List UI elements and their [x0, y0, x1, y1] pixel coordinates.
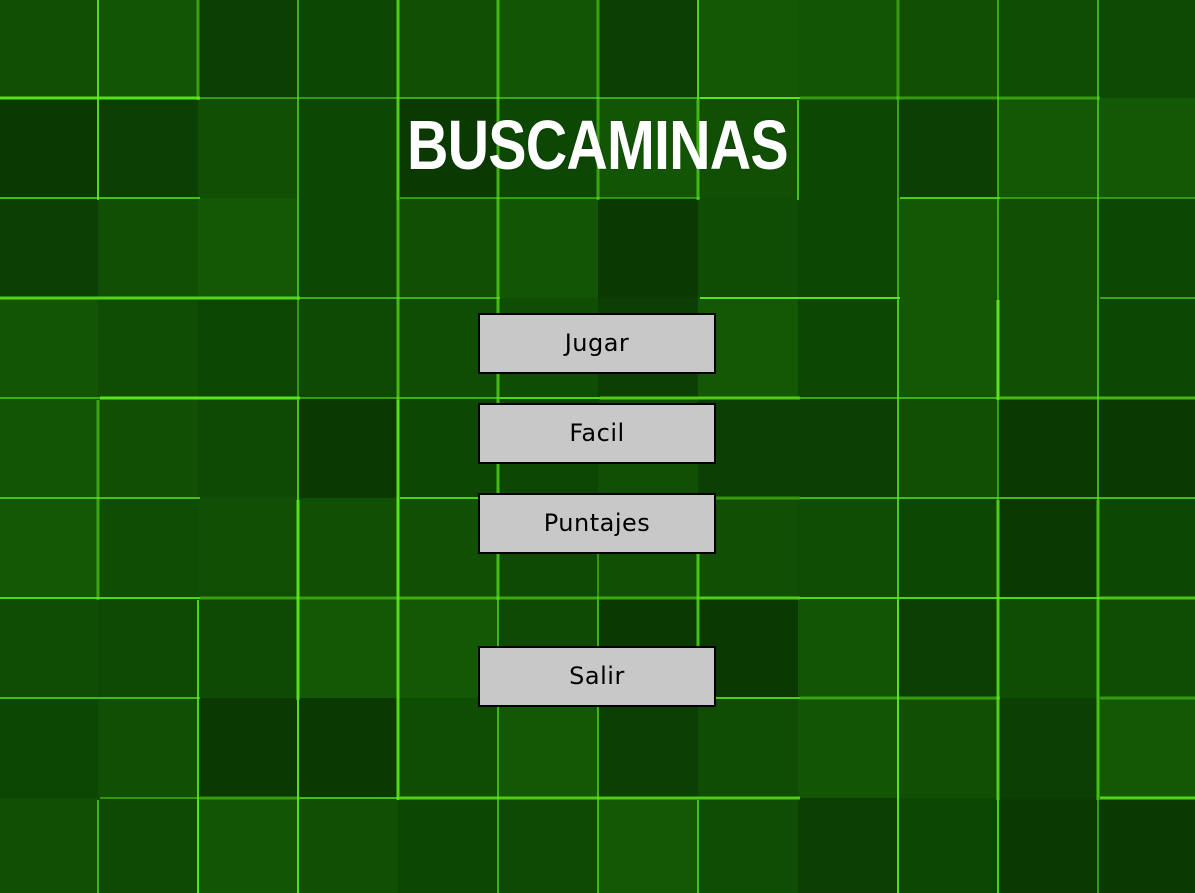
grid-cell	[198, 398, 298, 498]
grid-cell	[1098, 198, 1195, 298]
grid-cell	[0, 698, 98, 798]
grid-cell	[698, 698, 798, 798]
grid-cell	[98, 598, 198, 698]
grid-cell	[898, 298, 998, 398]
grid-cell	[198, 298, 298, 398]
grid-cell	[198, 798, 298, 893]
grid-cell	[1098, 298, 1195, 398]
grid-cell	[298, 298, 398, 398]
grid-cell	[0, 398, 98, 498]
grid-cell	[898, 0, 998, 98]
grid-cell	[98, 398, 198, 498]
grid-cell	[1098, 598, 1195, 698]
grid-cell	[398, 198, 498, 298]
grid-cell	[798, 698, 898, 798]
grid-cell	[98, 798, 198, 893]
grid-cell	[898, 798, 998, 893]
grid-cell	[0, 298, 98, 398]
grid-cell	[0, 798, 98, 893]
grid-cell	[798, 498, 898, 598]
grid-cell	[1098, 0, 1195, 98]
game-title: BUSCAMINAS	[406, 106, 789, 184]
grid-cell	[798, 798, 898, 893]
grid-cell	[98, 498, 198, 598]
grid-cell	[998, 598, 1098, 698]
grid-cell	[698, 798, 798, 893]
grid-cell	[498, 698, 598, 798]
grid-cell	[498, 798, 598, 893]
grid-cell	[1098, 398, 1195, 498]
grid-cell	[0, 0, 98, 98]
grid-cell	[298, 498, 398, 598]
grid-cell	[598, 198, 698, 298]
grid-cell	[398, 0, 498, 98]
grid-cell	[198, 698, 298, 798]
grid-cell	[998, 498, 1098, 598]
grid-cell	[1098, 498, 1195, 598]
grid-cell	[398, 698, 498, 798]
grid-cell	[398, 798, 498, 893]
grid-cell	[0, 198, 98, 298]
grid-cell	[298, 698, 398, 798]
grid-cell	[998, 298, 1098, 398]
grid-cell	[998, 798, 1098, 893]
grid-cell	[498, 0, 598, 98]
play-button[interactable]: Jugar	[478, 313, 716, 374]
grid-cell	[98, 298, 198, 398]
grid-cell	[98, 0, 198, 98]
grid-cell	[0, 498, 98, 598]
grid-cell	[298, 398, 398, 498]
grid-cell	[798, 298, 898, 398]
grid-cell	[798, 0, 898, 98]
grid-cell	[998, 398, 1098, 498]
grid-cell	[298, 198, 398, 298]
grid-cell	[98, 698, 198, 798]
scores-button[interactable]: Puntajes	[478, 493, 716, 554]
grid-cell	[998, 0, 1098, 98]
grid-cell	[1098, 698, 1195, 798]
grid-cell	[198, 0, 298, 98]
grid-cell	[898, 698, 998, 798]
grid-cell	[598, 0, 698, 98]
grid-cell	[198, 598, 298, 698]
grid-cell	[498, 198, 598, 298]
grid-cell	[998, 698, 1098, 798]
grid-cell	[0, 598, 98, 698]
grid-cell	[1098, 798, 1195, 893]
grid-cell	[698, 198, 798, 298]
grid-cell	[898, 198, 998, 298]
grid-cell	[0, 98, 98, 198]
grid-cell	[798, 198, 898, 298]
grid-cell	[1098, 98, 1195, 198]
grid-cell	[198, 498, 298, 598]
grid-cell	[598, 698, 698, 798]
grid-cell	[898, 598, 998, 698]
grid-cell	[898, 498, 998, 598]
difficulty-button[interactable]: Facil	[478, 403, 716, 464]
grid-cell	[798, 398, 898, 498]
grid-cell	[598, 798, 698, 893]
grid-cell	[998, 198, 1098, 298]
grid-cell	[198, 198, 298, 298]
exit-button[interactable]: Salir	[478, 646, 716, 707]
grid-cell	[698, 0, 798, 98]
grid-cell	[298, 798, 398, 893]
grid-cell	[898, 398, 998, 498]
grid-cell	[298, 0, 398, 98]
grid-cell	[98, 198, 198, 298]
grid-cell	[798, 598, 898, 698]
grid-cell	[298, 598, 398, 698]
